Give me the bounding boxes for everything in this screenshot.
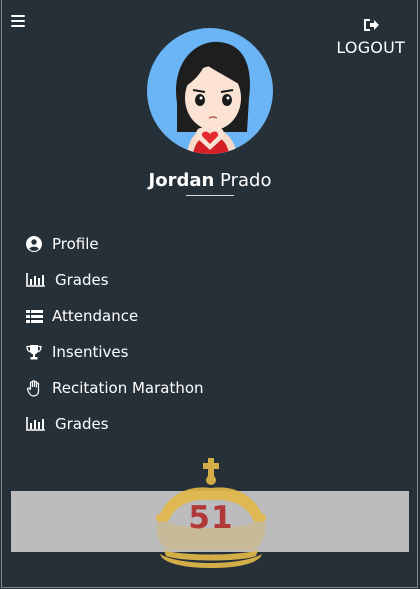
hamburger-icon[interactable] (11, 15, 25, 27)
sidebar-item-label: Recitation Marathon (52, 379, 204, 397)
user-name: Jordan Prado (0, 170, 420, 191)
bar-chart-icon (25, 272, 45, 288)
logout-label: LOGOUT (336, 38, 405, 57)
sidebar-item-grades[interactable]: Grades (25, 262, 204, 298)
bar-chart-icon (25, 416, 45, 432)
avatar (147, 28, 273, 154)
sidebar-item-attendance[interactable]: Attendance (25, 298, 204, 334)
sidebar-item-grades-2[interactable]: Grades (25, 406, 204, 442)
sidebar-item-label: Grades (55, 271, 109, 289)
raised-hand-icon (25, 379, 43, 397)
logout-button[interactable]: LOGOUT (336, 18, 405, 57)
user-circle-icon (25, 236, 43, 252)
user-last-name: Prado (220, 170, 272, 191)
sidebar-item-label: Attendance (52, 307, 139, 325)
sidebar-item-profile[interactable]: Profile (25, 226, 204, 262)
sidebar-item-label: Insentives (52, 343, 129, 361)
sidebar-item-insentives[interactable]: Insentives (25, 334, 204, 370)
sidebar-item-recitation-marathon[interactable]: Recitation Marathon (25, 370, 204, 406)
score-value: 51 (188, 500, 234, 536)
user-first-name: Jordan (148, 170, 215, 191)
sidebar-nav: Profile Grades Attendance Insentives Rec… (25, 226, 204, 442)
list-icon (25, 308, 43, 324)
sign-out-icon (363, 19, 379, 31)
name-underline (186, 195, 234, 196)
sidebar-item-label: Profile (52, 235, 99, 253)
avatar-illustration (176, 41, 250, 154)
sidebar-item-label: Grades (55, 415, 109, 433)
trophy-icon (25, 344, 43, 360)
